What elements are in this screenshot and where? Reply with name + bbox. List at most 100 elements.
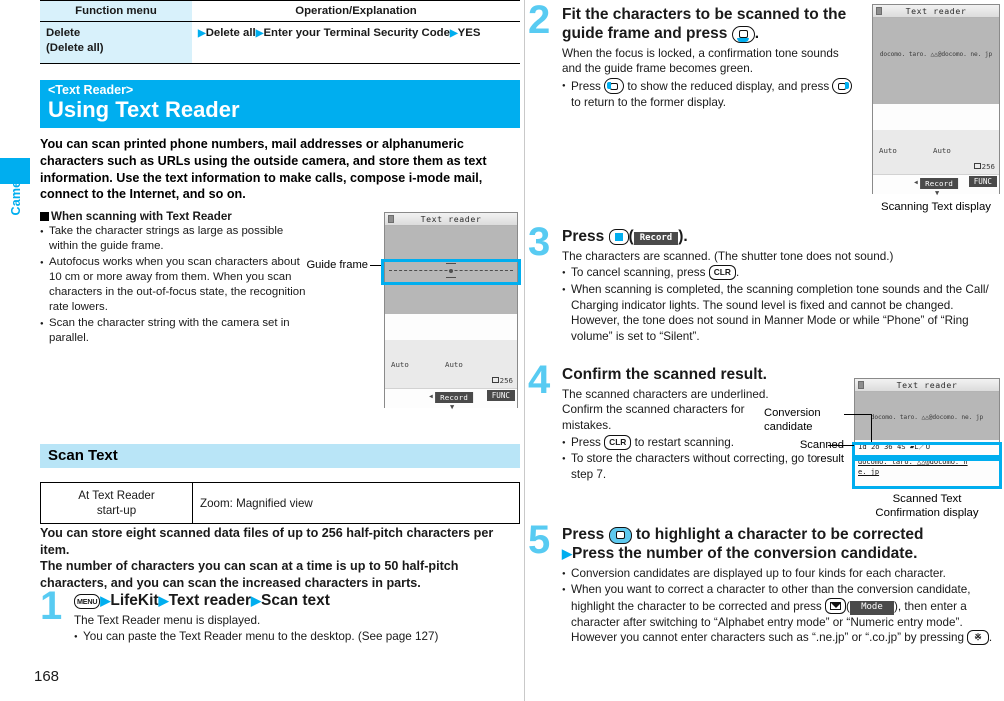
scan-text-body: You can store eight scanned data files o… <box>40 526 494 591</box>
mail-key-icon[interactable] <box>825 597 847 614</box>
phone-softkey-bar: Record FUNC <box>385 388 517 411</box>
phone-info-area: Auto Auto 256 <box>873 130 999 174</box>
step-3: 3 Press (Record). The characters are sca… <box>528 222 1004 344</box>
step-5-head-line2: Press the number of the conversion candi… <box>572 544 918 562</box>
lock-icon <box>858 381 864 389</box>
step-2-bullet-part3: to return to the former display. <box>571 95 727 109</box>
softkey-record[interactable]: Record <box>429 392 473 411</box>
step-3-body-line: The characters are scanned. (The shutter… <box>562 249 894 263</box>
arrow-icon: ▶ <box>198 28 206 39</box>
step-5-body: Conversion candidates are displayed up t… <box>562 566 1004 646</box>
list-item: To cancel scanning, press CLR. <box>562 265 1004 281</box>
right-column: 2 Fit the characters to be scanned to th… <box>528 0 1004 701</box>
column-divider <box>524 0 525 701</box>
star-key-icon[interactable]: ※ <box>967 630 989 646</box>
step-4-body: The scanned characters are underlined. C… <box>562 387 838 482</box>
op-step-2: Enter your Terminal Security Code <box>263 27 450 39</box>
clr-key-icon[interactable]: CLR <box>708 265 736 281</box>
step-2-head-line2: guide frame and press <box>562 24 728 42</box>
select-key-shape <box>614 233 623 241</box>
auto-left-label: Auto <box>391 360 409 369</box>
menu-name-line2: (Delete all) <box>46 42 104 55</box>
scanned-result-leader <box>828 445 854 447</box>
header-operation: Operation/Explanation <box>192 0 520 22</box>
phone-size-indicator: 256 <box>491 376 513 385</box>
step-1-item-3: Scan text <box>261 592 330 609</box>
side-tab: Camera <box>0 0 34 701</box>
softkey-func[interactable]: FUNC <box>486 390 515 401</box>
op-step-3: YES <box>457 27 481 39</box>
step-1-item-2: Text reader <box>168 592 252 609</box>
section-subtitle: <Text Reader> <box>48 82 134 97</box>
arrow-icon: ▶ <box>449 28 458 39</box>
intro-paragraph: You can scan printed phone numbers, mail… <box>40 137 487 202</box>
step-2-head-suffix: . <box>754 24 760 42</box>
header-function-menu: Function menu <box>40 0 192 22</box>
step-1: 1 MENU ▶LifeKit▶Text reader▶Scan text The… <box>40 586 520 645</box>
auto-left-label: Auto <box>879 146 897 155</box>
table-header-row: Function menu Operation/Explanation <box>40 0 520 22</box>
phone-size-indicator: 256 <box>973 162 995 171</box>
scanned-mail-preview: docomo. taro. △△@docomo. ne. jp <box>870 413 984 421</box>
cell-startup-key: At Text Reader start-up <box>40 481 193 525</box>
zoom-in-key-icon[interactable] <box>832 77 853 94</box>
zoom-out-key-icon[interactable] <box>604 77 625 94</box>
list-item: When scanning is completed, the scanning… <box>562 282 1004 344</box>
scanning-bullet-list: Take the character strings as large as p… <box>40 224 312 346</box>
scanned-result-line2: e. jp <box>858 468 880 477</box>
step-2-body: When the focus is locked, a confirmation… <box>562 46 858 110</box>
step-5-number: 5 <box>528 518 551 562</box>
softkey-func[interactable]: FUNC <box>968 176 997 187</box>
conversion-candidate-row[interactable]: 1d 2o 36 4S ▰L／U <box>855 440 999 456</box>
navigation-key-icon[interactable] <box>608 527 632 544</box>
phone-titlebar: Text reader <box>855 379 999 392</box>
list-item: When you want to correct a character to … <box>562 582 1004 646</box>
cell-operation: ▶Delete all▶Enter your Terminal Security… <box>192 21 520 64</box>
phone-titlebar: Text reader <box>873 5 999 18</box>
step-2-heading: Fit the characters to be scanned to the … <box>562 6 858 44</box>
arrow-icon: ▶ <box>100 593 111 608</box>
list-item: Conversion candidates are displayed up t… <box>562 566 1004 582</box>
guide-tick-bottom <box>446 277 456 278</box>
auto-right-label: Auto <box>445 360 463 369</box>
phone-softkey-bar: Record FUNC <box>873 174 999 197</box>
table-row: Delete (Delete all) ▶Delete all▶Enter yo… <box>40 21 520 64</box>
conversion-candidate-label-l2: candidate <box>764 421 813 433</box>
scan-text-table: At Text Reader start-up Zoom: Magnified … <box>40 481 520 525</box>
phone-screen-confirmation: Text reader docomo. taro. △△@docomo. ne.… <box>852 378 1002 489</box>
step-3-head-prefix: Press <box>562 228 605 245</box>
step-5-bullet2-end: . <box>988 631 993 645</box>
scanned-result-row[interactable]: docomo. taro. △△@docomo. n e. jp <box>855 456 999 486</box>
menu-key-icon[interactable]: MENU <box>74 594 101 609</box>
step-1-body: The Text Reader menu is displayed. You c… <box>74 613 520 645</box>
step-1-number: 1 <box>40 584 63 628</box>
phone-screen-text-reader: Text reader Auto Auto 256 Record FUNC <box>381 212 521 411</box>
camera-key-icon[interactable] <box>731 25 755 43</box>
phone-title-label: Text reader <box>896 380 958 390</box>
step-1-heading: MENU ▶LifeKit▶Text reader▶Scan text <box>74 592 520 611</box>
zoom-out-key-shape <box>610 82 619 90</box>
auto-right-label: Auto <box>933 146 951 155</box>
select-key-icon[interactable] <box>608 229 629 245</box>
list-item: Scan the character string with the camer… <box>40 316 312 346</box>
function-menu-table: Function menu Operation/Explanation Dele… <box>40 0 520 64</box>
softkey-record-label: Record <box>633 232 679 245</box>
conversion-candidate-leader-v <box>871 414 873 442</box>
phone-screen-scanning: Text reader docomo. taro. △△@docomo. ne.… <box>872 4 1000 197</box>
lock-icon <box>876 7 882 15</box>
section-title: Using Text Reader <box>48 97 240 123</box>
step-5: 5 Press to highlight a character to be c… <box>528 520 1004 646</box>
softkey-record[interactable]: Record <box>914 178 958 197</box>
step-2-bullet-part1: Press <box>571 79 601 93</box>
cell-zoom-value: Zoom: Magnified view <box>192 481 520 525</box>
startup-line1: At Text Reader <box>78 489 155 502</box>
guide-frame-annotation: Guide frame <box>306 259 368 271</box>
side-tab-label: Camera <box>9 168 23 216</box>
phone-title-label: Text reader <box>420 214 482 224</box>
step-2-body-line1: When the focus is locked, a confirmation… <box>562 46 839 60</box>
guide-tick-top <box>446 263 456 264</box>
softkey-mode-label: Mode <box>849 600 894 615</box>
confirmation-caption-l2: Confirmation display <box>875 507 979 520</box>
clr-key-icon[interactable]: CLR <box>604 434 632 450</box>
phone-titlebar: Text reader <box>385 213 517 226</box>
